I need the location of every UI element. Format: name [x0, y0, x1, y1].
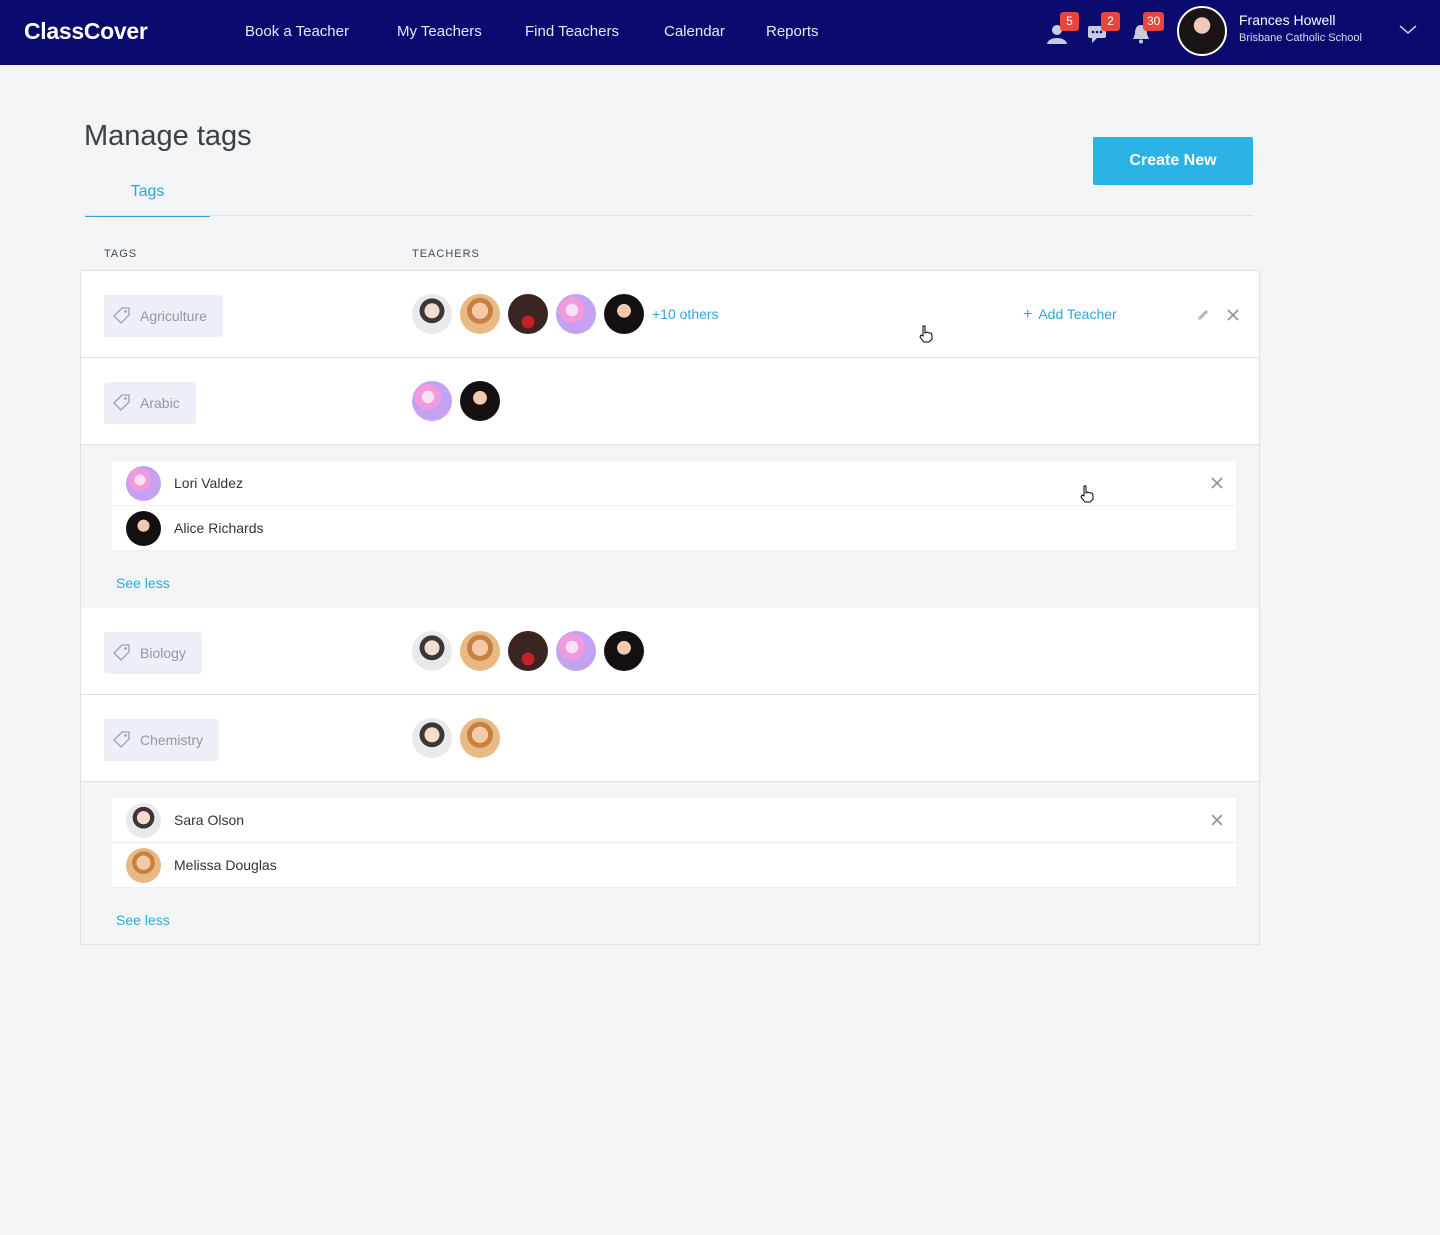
tag-icon [113, 644, 130, 661]
teacher-name: Melissa Douglas [174, 857, 277, 873]
teacher-avatar[interactable] [604, 294, 644, 334]
list-item: Sara Olson [112, 798, 1236, 843]
nav-find-teachers[interactable]: Find Teachers [525, 23, 619, 40]
tag-chip[interactable]: Arabic [104, 382, 196, 424]
list-item: Melissa Douglas [112, 843, 1236, 888]
more-teachers-link[interactable]: +10 others [652, 306, 719, 322]
teacher-avatar[interactable] [412, 631, 452, 671]
plus-icon: + [1023, 306, 1033, 323]
tag-label: Chemistry [140, 732, 204, 748]
list-item: Lori Valdez [112, 461, 1236, 506]
classcover-logo[interactable]: ClassCover [24, 18, 148, 45]
tag-icon [113, 307, 130, 324]
nav-reports[interactable]: Reports [766, 23, 819, 40]
teacher-avatar[interactable] [460, 294, 500, 334]
teacher-name: Alice Richards [174, 520, 264, 536]
column-header-tags: TAGS [104, 248, 138, 260]
teacher-avatar[interactable] [126, 848, 161, 883]
teacher-avatar[interactable] [412, 294, 452, 334]
tag-chip[interactable]: Chemistry [104, 719, 220, 761]
tag-row-biology: Biology [81, 608, 1259, 695]
see-less-link[interactable]: See less [116, 575, 170, 591]
tag-label: Agriculture [140, 308, 207, 324]
close-icon[interactable] [1227, 309, 1239, 321]
teacher-avatar[interactable] [556, 631, 596, 671]
messages-badge: 2 [1101, 12, 1120, 31]
remove-teacher-icon[interactable] [1211, 477, 1223, 489]
page-title: Manage tags [84, 120, 252, 152]
tag-label: Biology [140, 645, 186, 661]
top-navbar: ClassCover Book a Teacher My Teachers Fi… [0, 0, 1440, 65]
chevron-down-icon [1399, 25, 1417, 34]
tag-row-arabic: Arabic [81, 358, 1259, 445]
column-header-teachers: TEACHERS [412, 248, 480, 260]
tag-label: Arabic [140, 395, 180, 411]
teacher-avatar[interactable] [126, 803, 161, 838]
nav-calendar[interactable]: Calendar [664, 23, 725, 40]
add-teacher-button[interactable]: + Add Teacher [1023, 306, 1117, 324]
notifications-badge: 30 [1143, 12, 1165, 31]
teacher-avatar[interactable] [460, 631, 500, 671]
tab-tags[interactable]: Tags [85, 183, 210, 217]
teacher-avatar[interactable] [460, 381, 500, 421]
hand-cursor-icon [1080, 485, 1094, 503]
tag-row-chemistry: Chemistry [81, 695, 1259, 782]
teacher-avatar[interactable] [508, 294, 548, 334]
tab-divider [85, 215, 1253, 216]
teacher-avatar[interactable] [126, 466, 161, 501]
tag-row-agriculture: Agriculture +10 others + Add Teacher [81, 271, 1259, 358]
edit-icon[interactable] [1196, 308, 1210, 322]
tag-icon [113, 394, 130, 411]
teacher-avatar[interactable] [604, 631, 644, 671]
tag-icon [113, 731, 130, 748]
list-item: Alice Richards [112, 506, 1236, 551]
teacher-avatar[interactable] [460, 718, 500, 758]
chemistry-teacher-list: Sara Olson Melissa Douglas See less [81, 782, 1259, 944]
user-name: Frances Howell [1239, 12, 1336, 28]
arabic-teacher-list: Lori Valdez Alice Richards See less [81, 445, 1259, 609]
create-new-button[interactable]: Create New [1093, 137, 1253, 185]
nav-book-a-teacher[interactable]: Book a Teacher [245, 23, 349, 40]
nav-my-teachers[interactable]: My Teachers [397, 23, 482, 40]
tag-chip[interactable]: Agriculture [104, 295, 223, 337]
user-menu-toggle[interactable] [1398, 22, 1418, 38]
hand-cursor-icon [919, 325, 933, 343]
requests-badge: 5 [1060, 12, 1079, 31]
tags-table: Agriculture +10 others + Add Teacher Arab… [80, 270, 1260, 945]
teacher-name: Lori Valdez [174, 475, 244, 491]
teacher-avatar[interactable] [412, 381, 452, 421]
teacher-avatar[interactable] [126, 511, 161, 546]
teacher-avatar[interactable] [508, 631, 548, 671]
user-avatar[interactable] [1177, 6, 1227, 56]
teacher-avatar[interactable] [556, 294, 596, 334]
tag-chip[interactable]: Biology [104, 632, 202, 674]
remove-teacher-icon[interactable] [1211, 814, 1223, 826]
add-teacher-label: Add Teacher [1038, 306, 1117, 322]
see-less-link[interactable]: See less [116, 912, 170, 928]
teacher-name: Sara Olson [174, 812, 245, 828]
user-school: Brisbane Catholic School [1239, 32, 1362, 44]
teacher-avatar[interactable] [412, 718, 452, 758]
